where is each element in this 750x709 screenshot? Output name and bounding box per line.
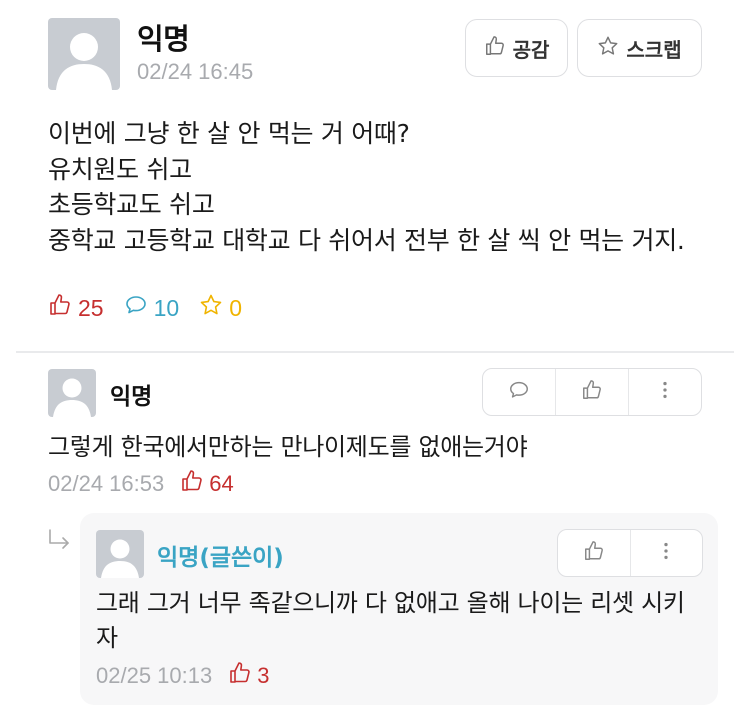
post-like-count: 25 <box>48 293 104 323</box>
reply-arrow-icon <box>47 528 73 552</box>
post-author-avatar <box>48 18 120 90</box>
reply-text: 그래 그거 너무 족같으니까 다 없애고 올해 나이는 리셋 시키자 <box>96 589 685 652</box>
comment-more-button[interactable] <box>628 369 701 415</box>
comment: 익명 그렇게 한국에서만하는 만나이제도를 없애는거야 02/24 16:53 … <box>0 353 750 503</box>
post-scrap-count-value: 0 <box>229 294 242 321</box>
post-scrap-count: 0 <box>199 293 242 323</box>
star-icon <box>199 293 223 323</box>
post-like-label: 공감 <box>512 37 550 62</box>
star-icon <box>597 35 619 62</box>
thumbs-up-icon <box>581 379 603 405</box>
comment-text: 그렇게 한국에서만하는 만나이제도를 없애는거야 <box>48 433 528 461</box>
comment-meta: 02/24 16:53 64 <box>48 469 234 499</box>
more-vertical-icon <box>655 540 677 566</box>
reply-button[interactable] <box>483 369 555 415</box>
post-comment-count: 10 <box>124 293 180 323</box>
reply-like-count: 3 <box>228 661 269 691</box>
reply-meta: 02/25 10:13 3 <box>96 661 269 691</box>
speech-bubble-icon <box>124 293 148 323</box>
reply-more-button[interactable] <box>629 530 703 576</box>
thumbs-up-icon <box>484 35 506 62</box>
post-scrap-label: 스크랩 <box>626 37 682 62</box>
thumbs-up-icon <box>228 661 252 691</box>
reply-date: 02/25 10:13 <box>96 663 213 688</box>
post-stats: 25 10 0 <box>48 293 262 323</box>
comment-author-name: 익명 <box>110 384 153 410</box>
reply-author-name: 익명(글쓴이) <box>157 545 284 571</box>
post-like-count-value: 25 <box>78 294 104 321</box>
post-comment-count-value: 10 <box>153 294 180 321</box>
post: 익명 02/24 16:45 공감 스크랩 이번에 그냥 한 살 안 먹는 거 … <box>0 0 750 352</box>
post-date: 02/24 16:45 <box>137 59 254 84</box>
comment-date: 02/24 16:53 <box>48 471 165 496</box>
comment-author-avatar <box>48 369 96 417</box>
thumbs-up-icon <box>583 540 605 566</box>
reply: 익명(글쓴이) 그래 그거 너무 족같으니까 다 없애고 올해 나이는 리셋 시… <box>80 513 718 705</box>
reply-author-avatar <box>96 530 144 578</box>
comment-like-count-value: 64 <box>209 471 234 496</box>
reply-like-button[interactable] <box>558 530 630 576</box>
reply-actions <box>557 529 703 577</box>
post-scrap-button[interactable]: 스크랩 <box>577 19 702 77</box>
comment-like-button[interactable] <box>555 369 628 415</box>
post-like-button[interactable]: 공감 <box>465 19 568 77</box>
comment-like-count: 64 <box>180 469 234 499</box>
reply-like-count-value: 3 <box>257 663 270 688</box>
post-author-name: 익명 <box>137 22 190 56</box>
more-vertical-icon <box>654 379 676 405</box>
speech-bubble-icon <box>508 379 530 405</box>
thumbs-up-icon <box>180 469 204 499</box>
comment-actions <box>482 368 702 416</box>
post-body: 이번에 그냥 한 살 안 먹는 거 어때? 유치원도 쉬고 초등학교도 쉬고 중… <box>48 119 685 255</box>
thumbs-up-icon <box>48 293 72 323</box>
